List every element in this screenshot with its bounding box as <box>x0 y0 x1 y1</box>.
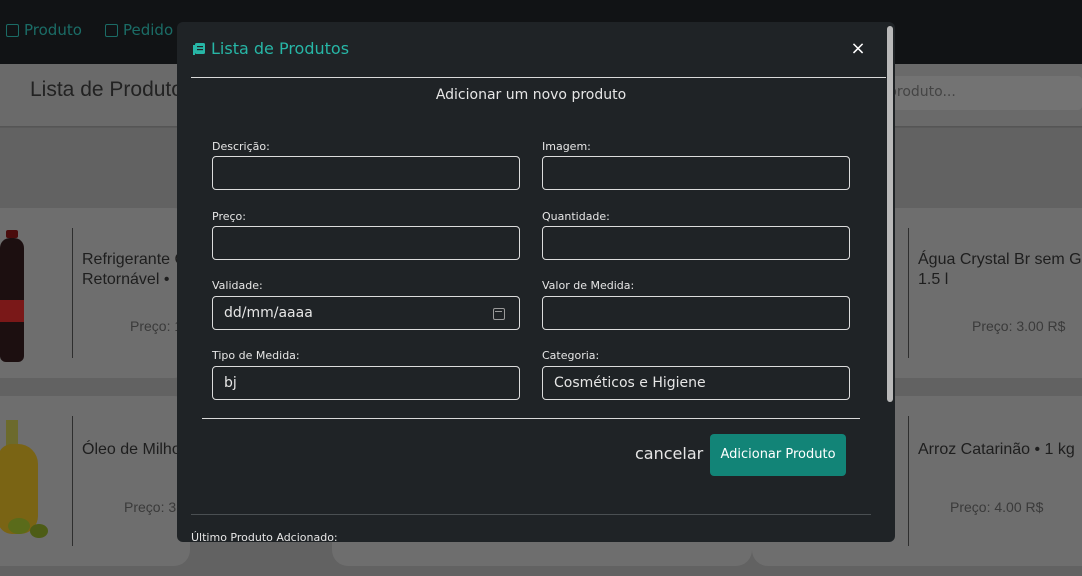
validade-label: Validade: <box>212 279 263 292</box>
product-price: Preço: 3.00 R$ <box>972 318 1066 334</box>
validade-date-field[interactable]: dd/mm/aaaa <box>212 296 520 330</box>
cancel-button[interactable]: cancelar <box>635 444 703 463</box>
calendar-icon[interactable] <box>493 308 505 320</box>
product-price: Preço: 3 <box>124 499 177 515</box>
divider <box>191 514 871 515</box>
close-button[interactable]: × <box>850 40 866 58</box>
divider <box>191 77 886 78</box>
descricao-label: Descrição: <box>212 140 270 153</box>
product-price: Preço: 1 <box>130 318 183 334</box>
imagem-field[interactable] <box>542 156 850 190</box>
categoria-label: Categoria: <box>542 349 600 362</box>
last-added-label: Último Produto Adcionado: <box>191 531 338 542</box>
product-card[interactable]: Água Crystal Br sem G 1.5 l Preço: 3.00 … <box>880 208 1082 378</box>
add-product-button[interactable]: Adicionar Produto <box>710 434 846 476</box>
imagem-label: Imagem: <box>542 140 591 153</box>
product-name: Água Crystal Br sem G 1.5 l <box>918 251 1082 288</box>
tipo-medida-label: Tipo de Medida: <box>212 349 300 362</box>
list-icon <box>105 23 118 37</box>
preco-label: Preço: <box>212 210 246 223</box>
modal-header: Lista de Produtos × <box>177 22 895 78</box>
box-icon <box>6 23 19 37</box>
categoria-field[interactable] <box>542 366 850 400</box>
valor-medida-label: Valor de Medida: <box>542 279 635 292</box>
quantidade-label: Quantidade: <box>542 210 610 223</box>
modal-subtitle: Adicionar um novo produto <box>435 87 627 103</box>
divider <box>202 418 860 419</box>
product-name: Óleo de Milho <box>82 441 181 458</box>
product-name: Refrigerante C Retornável • <box>82 251 186 288</box>
valor-medida-field[interactable] <box>542 296 850 330</box>
product-price: Preço: 4.00 R$ <box>950 499 1044 515</box>
date-placeholder: dd/mm/aaaa <box>224 305 313 321</box>
product-card[interactable]: Refrigerante C Retornável • Preço: 1 <box>0 208 190 378</box>
preco-field[interactable] <box>212 226 520 260</box>
product-card[interactable]: Óleo de Milho Preço: 3 <box>0 396 190 566</box>
tipo-medida-field[interactable] <box>212 366 520 400</box>
modal-title: Lista de Produtos <box>211 39 350 58</box>
search-input[interactable]: produto... <box>870 76 1082 110</box>
nav-item-label: Pedido <box>123 21 174 39</box>
list-book-icon <box>193 43 205 55</box>
product-name: Arroz Catarinão • 1 kg <box>918 441 1075 458</box>
nav-item-produto[interactable]: Produto <box>6 21 82 39</box>
nav-item-pedido[interactable]: Pedido <box>105 21 173 39</box>
descricao-field[interactable] <box>212 156 520 190</box>
quantidade-field[interactable] <box>542 226 850 260</box>
modal-scrollbar[interactable] <box>887 26 893 402</box>
add-product-modal: Lista de Produtos × Adicionar um novo pr… <box>177 22 895 542</box>
page-title: Lista de Produto <box>30 78 183 101</box>
nav-item-label: Produto <box>24 21 82 39</box>
